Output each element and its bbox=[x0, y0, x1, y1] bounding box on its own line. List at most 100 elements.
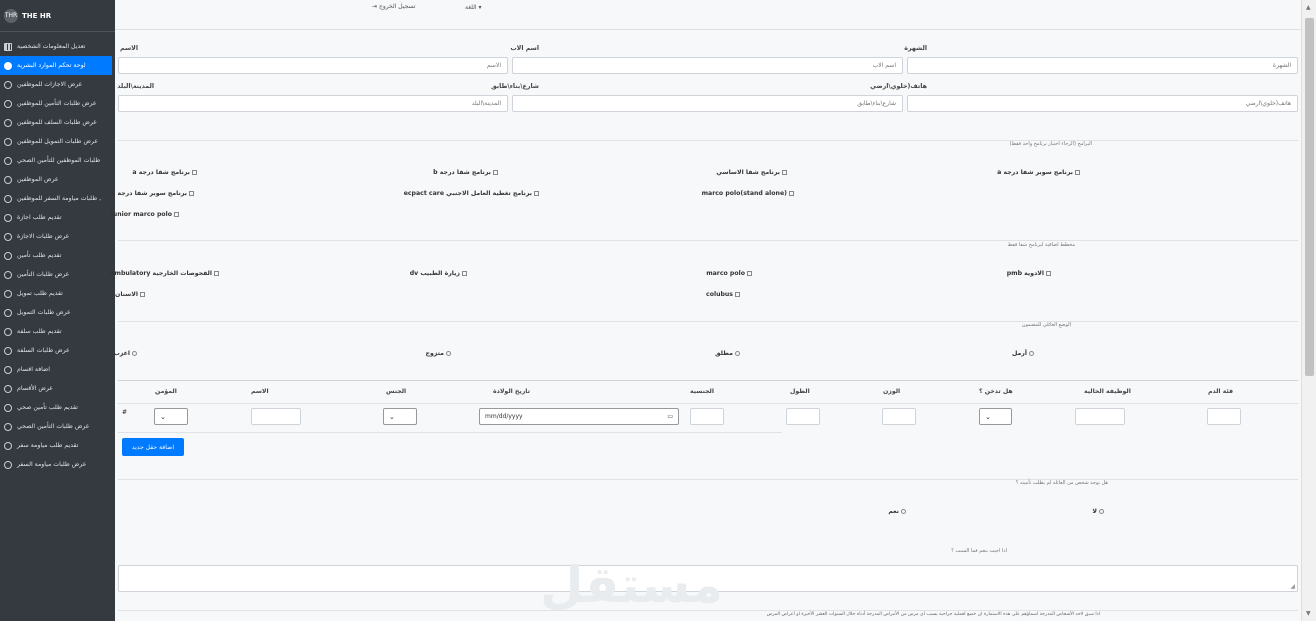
family-option[interactable]: مطلق bbox=[715, 350, 740, 357]
first-name-input[interactable] bbox=[118, 57, 508, 74]
sidebar-item[interactable]: طلبات مياومة السفر للموظفين , bbox=[0, 189, 115, 208]
phone-input[interactable] bbox=[907, 95, 1298, 112]
checkbox-icon bbox=[493, 170, 498, 175]
name-input[interactable] bbox=[251, 408, 301, 425]
circle-icon bbox=[4, 289, 12, 298]
chevron-down-icon: ⌄ bbox=[160, 412, 166, 421]
extra-option[interactable]: marco polo bbox=[706, 270, 752, 277]
sidebar-item-label: تقديم طلب تمويل bbox=[17, 290, 63, 297]
page-scrollbar[interactable]: ▲ ▼ bbox=[1301, 0, 1316, 621]
sidebar-item[interactable]: تقديم طلب تمويل bbox=[0, 284, 115, 303]
extra-option[interactable]: زيارة الطبيب dv bbox=[410, 270, 467, 277]
sidebar-item[interactable]: عرض طلبات التمويل للموظفين bbox=[0, 132, 115, 151]
sidebar-item[interactable]: عرض طلبات السلف للموظفين bbox=[0, 113, 115, 132]
sidebar-item[interactable]: اضافة اقسام bbox=[0, 360, 115, 379]
sidebar-item[interactable]: عرض طلبات الاجازة bbox=[0, 227, 115, 246]
answer-no[interactable]: لا bbox=[1092, 508, 1104, 515]
sidebar-item[interactable]: تعديل المعلومات الشخصية bbox=[0, 37, 115, 56]
sidebar-item[interactable]: عرض طلبات التمويل bbox=[0, 303, 115, 322]
extra-option[interactable]: الادوية pmb bbox=[1007, 270, 1051, 277]
sidebar-item[interactable]: عرض طلبات التأمين bbox=[0, 265, 115, 284]
phone-label: هاتف(خلوي\ارضي bbox=[870, 83, 927, 90]
add-field-button[interactable]: اضافة حقل جديد bbox=[122, 438, 184, 456]
sidebar-item-label: تقديم طلب اجازة bbox=[17, 214, 62, 221]
street-input[interactable] bbox=[512, 95, 903, 112]
gender-select[interactable]: ⌄ bbox=[383, 408, 417, 425]
sidebar-item[interactable]: لوحة تحكم الموارد البشرية bbox=[0, 56, 112, 75]
sidebar-item[interactable]: عرض طلبات السلفة bbox=[0, 341, 115, 360]
program-option[interactable]: برنامج تغطية العامل الاجنبي ecpact care bbox=[404, 190, 539, 197]
radio-icon bbox=[735, 351, 740, 356]
program-option[interactable]: برنامج سوبر شفا درجة a bbox=[997, 169, 1080, 176]
radio-icon bbox=[901, 509, 906, 514]
weight-input[interactable] bbox=[882, 408, 916, 425]
nationality-header: الجنسية bbox=[690, 388, 715, 395]
circle-icon bbox=[4, 308, 12, 317]
nationality-input[interactable] bbox=[690, 408, 724, 425]
program-option[interactable]: برنامج شفا درجة b bbox=[433, 169, 498, 176]
sidebar-item[interactable]: طلبات الموظفين للتأمين الصحي bbox=[0, 151, 115, 170]
height-input[interactable] bbox=[786, 408, 820, 425]
insured-select[interactable]: ⌄ bbox=[154, 408, 188, 425]
question-unrequested-member: هل يوجد شخص من العائلة لم يطلب تأمينه ؟ bbox=[1015, 480, 1108, 486]
last-name-label: الشهرة bbox=[904, 45, 927, 52]
divider bbox=[118, 479, 1298, 480]
checkbox-icon bbox=[735, 292, 740, 297]
sidebar-item[interactable]: عرض الاجازات للموظفين bbox=[0, 75, 115, 94]
programs-title: البرامج (الرجاء اختيار برنامج واحد فقط) bbox=[1009, 141, 1092, 147]
smoker-select[interactable]: ⌄ bbox=[979, 408, 1012, 425]
extra-option[interactable]: الاسنان bbox=[115, 291, 145, 298]
sidebar-item[interactable]: عرض الموظفين bbox=[0, 170, 115, 189]
language-dropdown[interactable]: اللغة ▾ bbox=[465, 4, 482, 11]
program-option[interactable]: برنامج شفا الاساسي bbox=[716, 169, 787, 176]
sidebar-item-label: عرض طلبات التأمين للموظفين bbox=[17, 100, 97, 107]
program-option[interactable]: marco polo(stand alone) bbox=[702, 190, 794, 197]
circle-icon bbox=[4, 460, 12, 469]
circle-icon bbox=[4, 213, 12, 222]
family-title: الوضع العائلي للمضمون bbox=[1021, 322, 1071, 328]
city-input[interactable] bbox=[118, 95, 508, 112]
program-option[interactable]: برنامج شفا درجة a bbox=[132, 169, 197, 176]
sidebar-item[interactable]: عرض طلبات التأمين للموظفين bbox=[0, 94, 115, 113]
sidebar-item[interactable]: تقديم طلب تأمين bbox=[0, 246, 115, 265]
circle-icon bbox=[4, 99, 12, 108]
sidebar-item-label: لوحة تحكم الموارد البشرية bbox=[17, 62, 86, 69]
extra-option[interactable]: الفحوصات الخارجية ambulatory bbox=[110, 270, 219, 277]
birth-date-input[interactable]: mm/dd/yyyy ▭ bbox=[479, 408, 679, 425]
scroll-down-icon[interactable]: ▼ bbox=[1306, 610, 1311, 617]
sidebar-item[interactable]: تقديم طلب مياومة سفر bbox=[0, 436, 115, 455]
sidebar-item[interactable]: تقديم طلب تأمين صحي bbox=[0, 398, 115, 417]
extras-title: مخطط اضافية لبرنامج شفا فقط bbox=[1007, 242, 1075, 248]
scrollbar-thumb[interactable] bbox=[1305, 18, 1314, 376]
program-option[interactable]: برنامج سوبر شفا درجة b bbox=[111, 190, 194, 197]
top-navbar: ⇥ تسجيل الخروج اللغة ▾ bbox=[115, 0, 1301, 30]
extra-option[interactable]: colubus bbox=[706, 291, 740, 298]
logout-link[interactable]: ⇥ تسجيل الخروج bbox=[372, 3, 416, 10]
radio-icon bbox=[446, 351, 451, 356]
calendar-icon: ▭ bbox=[667, 413, 673, 420]
circle-icon bbox=[4, 441, 12, 450]
brand[interactable]: THR THE HR bbox=[0, 0, 115, 32]
last-name-input[interactable] bbox=[907, 57, 1298, 74]
father-name-input[interactable] bbox=[512, 57, 903, 74]
sidebar-item[interactable]: تقديم طلب اجازة bbox=[0, 208, 115, 227]
sidebar-item[interactable]: عرض الأقسام bbox=[0, 379, 115, 398]
answer-yes[interactable]: نعم bbox=[888, 508, 906, 515]
sidebar-item[interactable]: عرض طلبات التأمين الصحي bbox=[0, 417, 115, 436]
sidebar-item[interactable]: تقديم طلب سلفة bbox=[0, 322, 115, 341]
job-input[interactable] bbox=[1075, 408, 1125, 425]
circle-icon bbox=[4, 175, 12, 184]
family-option[interactable]: أرمل bbox=[1012, 350, 1034, 357]
sidebar-item[interactable]: عرض طلبات مياومة السفر bbox=[0, 455, 115, 474]
family-option[interactable]: متزوج bbox=[425, 350, 451, 357]
family-option[interactable]: اعزب bbox=[114, 350, 137, 357]
program-option[interactable]: junior marco polo bbox=[111, 211, 179, 218]
sidebar-item-label: تقديم طلب تأمين bbox=[17, 252, 62, 259]
sidebar-item-label: اضافة اقسام bbox=[17, 366, 51, 373]
scroll-up-icon[interactable]: ▲ bbox=[1306, 4, 1311, 11]
table-header-border bbox=[118, 403, 1298, 404]
circle-icon bbox=[4, 137, 12, 146]
row-number: # bbox=[122, 409, 128, 416]
sidebar-item-label: تعديل المعلومات الشخصية bbox=[17, 43, 86, 50]
blood-input[interactable] bbox=[1207, 408, 1241, 425]
